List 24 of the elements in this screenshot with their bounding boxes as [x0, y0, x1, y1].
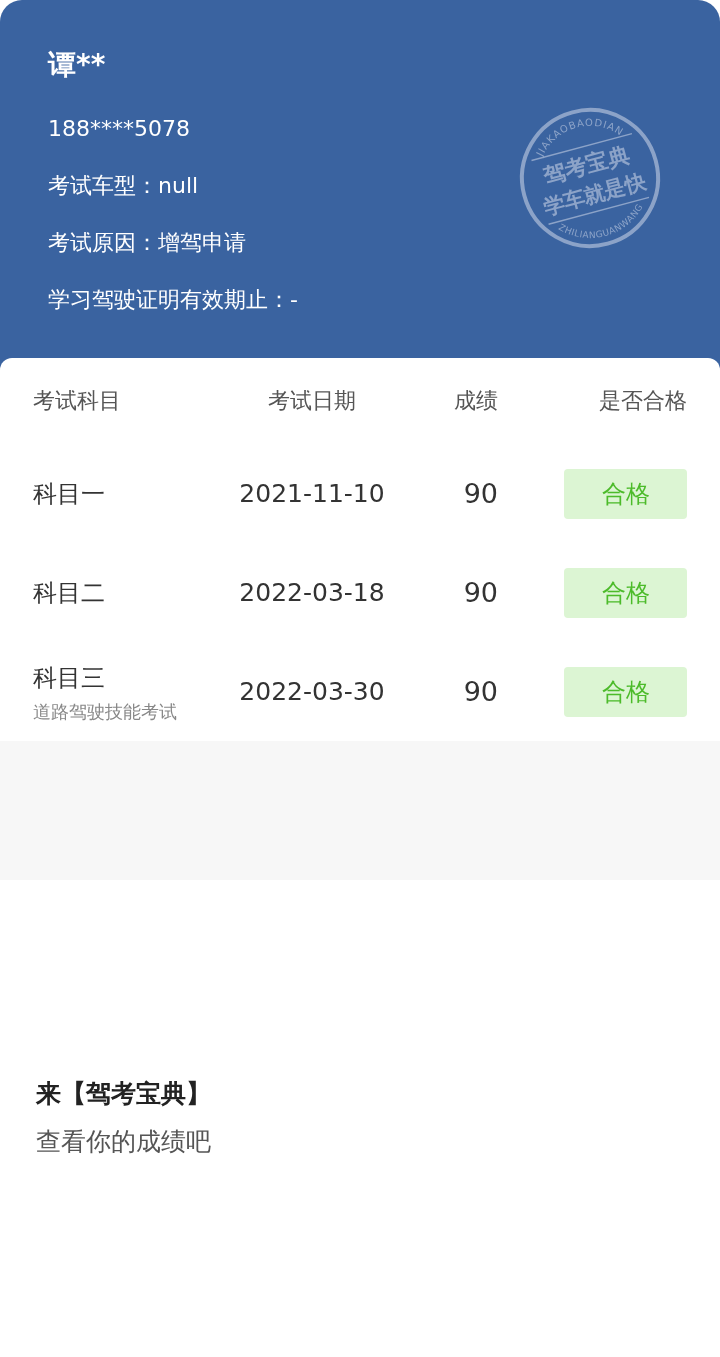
phone-number: 188****5078 — [48, 115, 190, 143]
subject-name: 科目一 — [33, 478, 105, 510]
status-tag: 合格 — [564, 666, 687, 717]
exam-score: 90 — [463, 478, 498, 509]
status-tag: 合格 — [564, 567, 687, 618]
promo-title: 来【驾考宝典】 — [36, 1078, 211, 1110]
exam-score: 90 — [463, 676, 498, 707]
status-tag: 合格 — [564, 468, 687, 519]
column-header: 是否合格 — [599, 387, 687, 415]
exam-date: 2022-03-30 — [239, 677, 385, 706]
subject-name: 科目二 — [33, 577, 105, 609]
subject-name: 科目三 — [33, 662, 105, 694]
column-header: 成绩 — [454, 387, 498, 415]
user-name: 谭** — [48, 47, 106, 83]
exam-date: 2021-11-10 — [239, 479, 385, 508]
subject-note: 道路驾驶技能考试 — [33, 699, 177, 724]
promo-subtitle: 查看你的成绩吧 — [36, 1126, 211, 1158]
column-header: 考试日期 — [268, 387, 356, 415]
info-line: 考试原因：增驾申请 — [48, 229, 246, 257]
column-header: 考试科目 — [33, 387, 121, 415]
info-line: 学习驾驶证明有效期止：- — [48, 286, 298, 314]
exam-score: 90 — [463, 577, 498, 608]
info-line: 考试车型：null — [48, 172, 199, 200]
exam-date: 2022-03-18 — [239, 578, 385, 607]
